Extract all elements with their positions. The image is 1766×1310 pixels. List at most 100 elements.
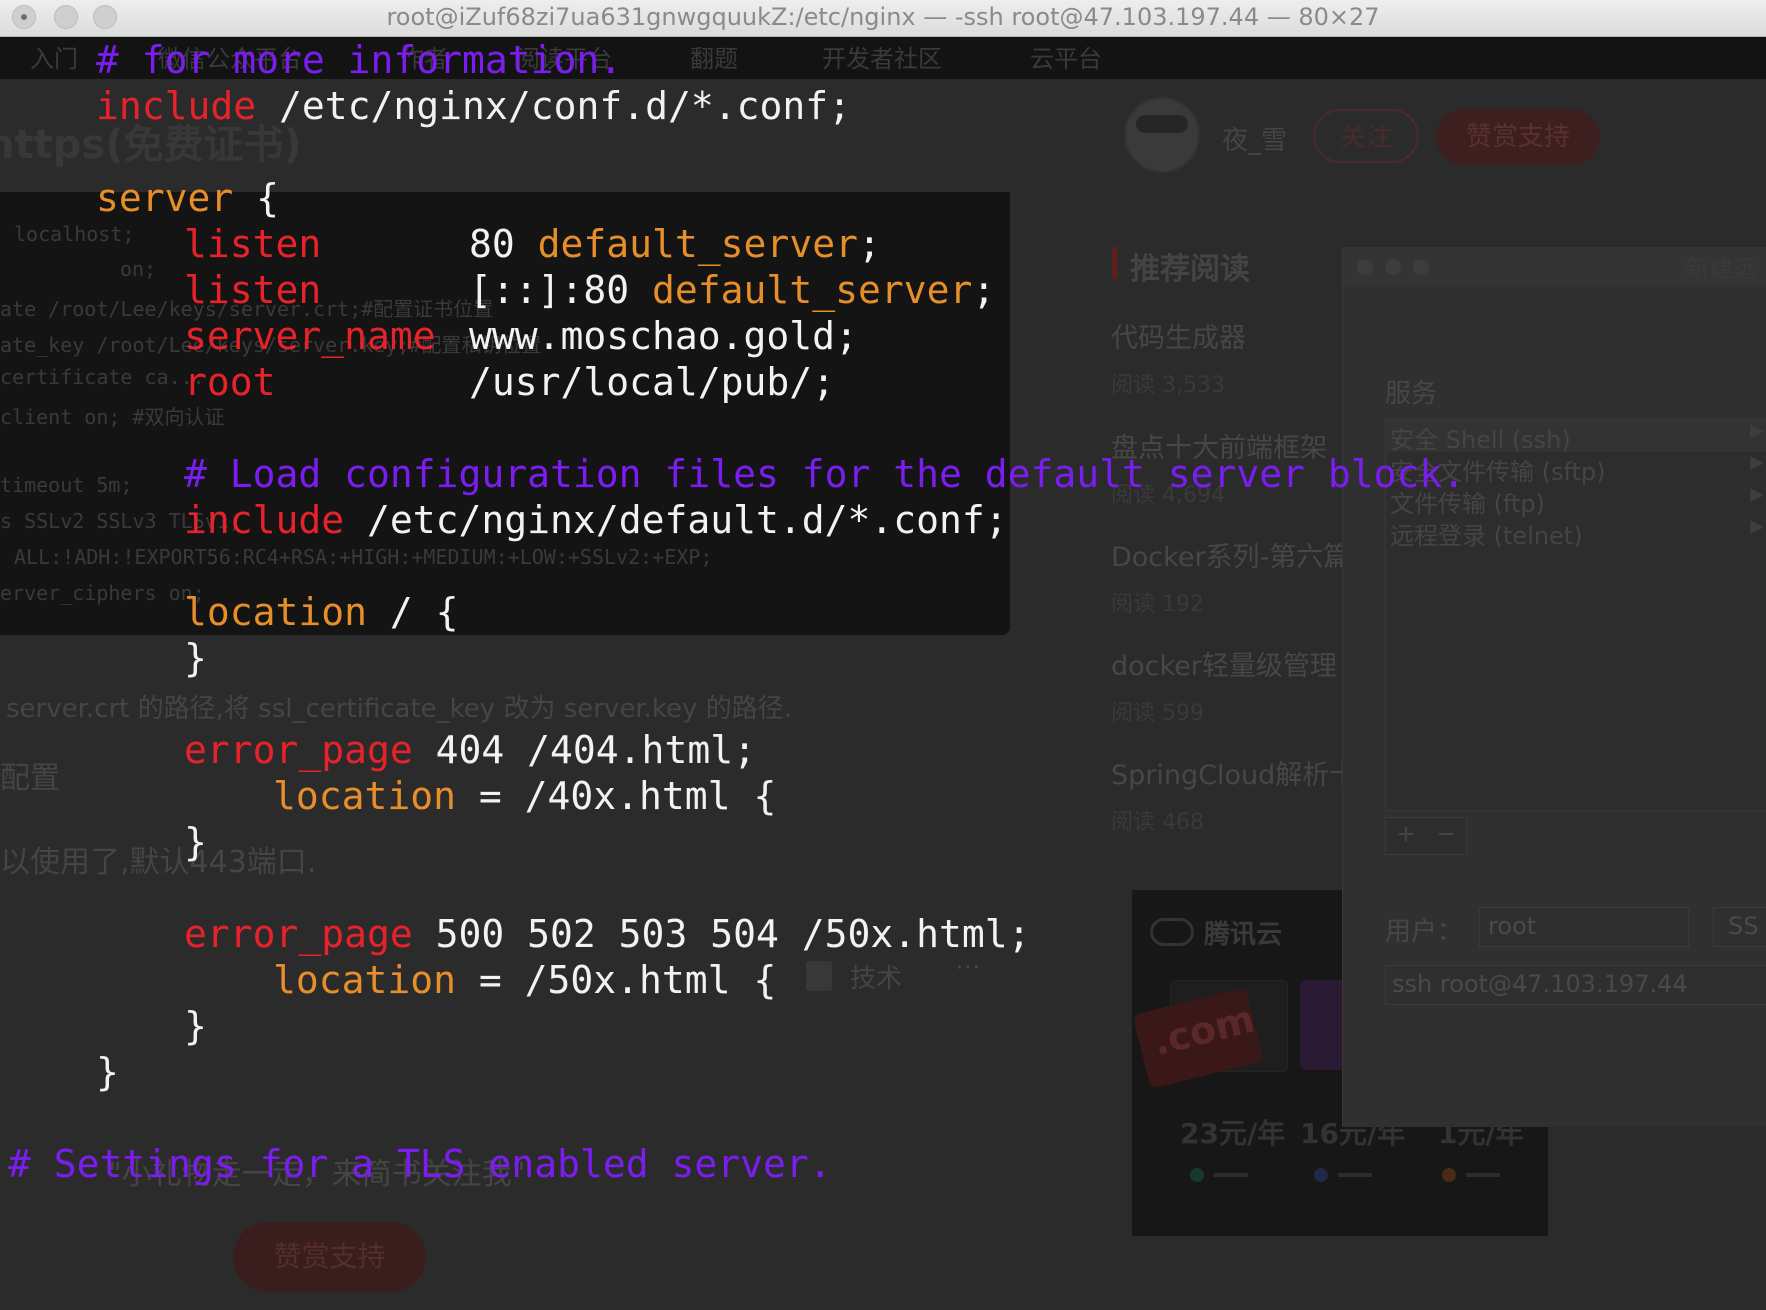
window-titlebar: root@iZuf68zi7ua631gnwgquukZ:/etc/nginx … (0, 0, 1766, 37)
code-value: { (233, 176, 280, 220)
code-keyword: listen (184, 268, 322, 312)
code-directive: default_server (537, 222, 858, 266)
code-line: /usr/local/pub/; (469, 359, 835, 405)
background-paragraph: server.crt 的路径,将 ssl_certificate_key 改为 … (6, 694, 792, 724)
user-field: root (1479, 907, 1689, 947)
ad-indicator (1314, 1168, 1328, 1182)
recommend-article-reads: 阅读 468 (1111, 810, 1204, 835)
code-value: } (184, 1004, 207, 1048)
user-field-value: root (1488, 912, 1537, 940)
ad-indicator-line (1214, 1173, 1248, 1177)
code-keyword: root (184, 360, 276, 404)
service-item: 远程登录 (telnet) ▶ (1386, 516, 1766, 550)
code-keyword: listen (184, 222, 322, 266)
service-item-label: 远程登录 (telnet) (1390, 522, 1583, 550)
code-keyword: server_name (184, 314, 436, 358)
code-line: 80 default_server; (469, 221, 881, 267)
background-nav-item: 翻题 (690, 45, 738, 73)
chevron-right-icon: ▶ (1750, 420, 1764, 440)
code-keyword: include (184, 498, 345, 542)
code-directive: location (184, 590, 368, 634)
service-label: 服务 (1385, 379, 1438, 409)
code-line: location = /50x.html { (273, 957, 776, 1003)
code-value: / { (367, 590, 459, 634)
tip-button-bottom: 赞赏支持 (233, 1222, 426, 1292)
code-line: } (184, 819, 207, 865)
code-line: listen (184, 267, 321, 313)
code-value: ; (857, 222, 881, 266)
code-directive: location (273, 958, 457, 1002)
recommend-article-reads: 阅读 599 (1111, 701, 1204, 726)
recommend-article-title: docker轻量级管理 (1111, 651, 1337, 682)
plus-icon: + (1397, 818, 1415, 851)
code-directive: default_server (652, 268, 973, 312)
command-field-value: ssh root@47.103.197.44 (1392, 970, 1688, 998)
code-value: = /50x.html { (456, 958, 777, 1002)
code-line: include /etc/nginx/conf.d/*.conf; (96, 83, 851, 129)
author-avatar (1124, 97, 1200, 173)
ad-indicator-line (1466, 1173, 1500, 1177)
code-keyword: include (96, 84, 257, 128)
chevron-right-icon: ▶ (1750, 484, 1764, 504)
dialog-title: 新建远 (1685, 255, 1757, 283)
recommend-article-title: 代码生成器 (1111, 323, 1246, 354)
code-line: [::]:80 default_server; (469, 267, 995, 313)
code-line: error_page 500 502 503 504 /50x.html; (184, 911, 1031, 957)
code-value: ; (972, 268, 996, 312)
window-title: root@iZuf68zi7ua631gnwgquukZ:/etc/nginx … (386, 3, 1380, 31)
recommend-article-reads: 阅读 192 (1111, 592, 1204, 617)
code-value: [::]:80 (469, 268, 630, 312)
command-field: ssh root@47.103.197.44 (1385, 965, 1766, 1005)
ad-domain-card: .com (1132, 987, 1264, 1089)
code-line: root (184, 359, 276, 405)
service-item-label: 安全 Shell (ssh) (1390, 426, 1571, 454)
dialog-titlebar: 新建远 (1343, 247, 1766, 285)
code-comment: # for more information. (96, 38, 623, 82)
recommend-marker (1112, 247, 1118, 279)
code-directive: server (96, 176, 234, 220)
code-line: location = /40x.html { (273, 773, 776, 819)
code-line: location / { (184, 589, 459, 635)
code-line: include /etc/nginx/default.d/*.conf; (184, 497, 1008, 543)
code-directive: location (273, 774, 457, 818)
code-line: # Load configuration files for the defau… (184, 451, 1465, 497)
recommend-article-title: SpringCloud解析十 (1111, 760, 1357, 791)
background-tag: 技术 (850, 964, 903, 994)
dialog-max-dot (1413, 259, 1429, 275)
ad-brand: 腾讯云 (1204, 920, 1283, 950)
code-value: 80 (469, 222, 515, 266)
terminal-area[interactable]: 入门 微信公众平台 作者 阅读平台 翻题 开发者社区 云平台 https(免费证… (0, 37, 1766, 1310)
code-comment: # Settings for a TLS enabled server. (8, 1142, 832, 1186)
code-value: } (184, 820, 207, 864)
code-value: 404 /404.html; (412, 728, 756, 772)
code-keyword: error_page (184, 912, 413, 956)
code-line: } (184, 635, 207, 681)
background-code-snippet: on; (120, 257, 157, 281)
code-value: } (184, 636, 207, 680)
code-value: /etc/nginx/default.d/*.conf; (344, 498, 1008, 542)
follow-button: 关注 (1313, 109, 1419, 163)
code-line: } (184, 1003, 207, 1049)
ssh-field-label: SS (1728, 912, 1759, 940)
code-line: } (96, 1049, 119, 1095)
minus-icon: − (1437, 818, 1455, 851)
code-value: /usr/local/pub/; (469, 360, 836, 404)
chevron-right-icon: ▶ (1750, 516, 1764, 536)
cloud-icon (1150, 918, 1194, 946)
background-nav-item: 云平台 (1030, 45, 1102, 73)
background-nav-item: 开发者社区 (822, 45, 942, 73)
code-keyword: error_page (184, 728, 413, 772)
tag-icon (806, 961, 832, 991)
author-name: 夜_雪 (1222, 126, 1288, 156)
code-line: # Settings for a TLS enabled server. (8, 1141, 832, 1187)
ad-indicator-line (1338, 1173, 1372, 1177)
code-line: error_page 404 /404.html; (184, 727, 756, 773)
code-value: 500 502 503 504 /50x.html; (412, 912, 1031, 956)
background-new-connection-dialog: 新建远 服务 安全 Shell (ssh) ▶ 安全文件传输 (sftp) ▶ … (1342, 247, 1766, 1127)
tip-button: 赞赏支持 (1436, 109, 1600, 165)
recommend-article-reads: 阅读 3,533 (1111, 373, 1225, 398)
ad-domain: .com (1148, 996, 1259, 1065)
code-line: listen (184, 221, 321, 267)
code-value: www.moschao.gold; (469, 314, 858, 358)
chevron-right-icon: ▶ (1750, 452, 1764, 472)
